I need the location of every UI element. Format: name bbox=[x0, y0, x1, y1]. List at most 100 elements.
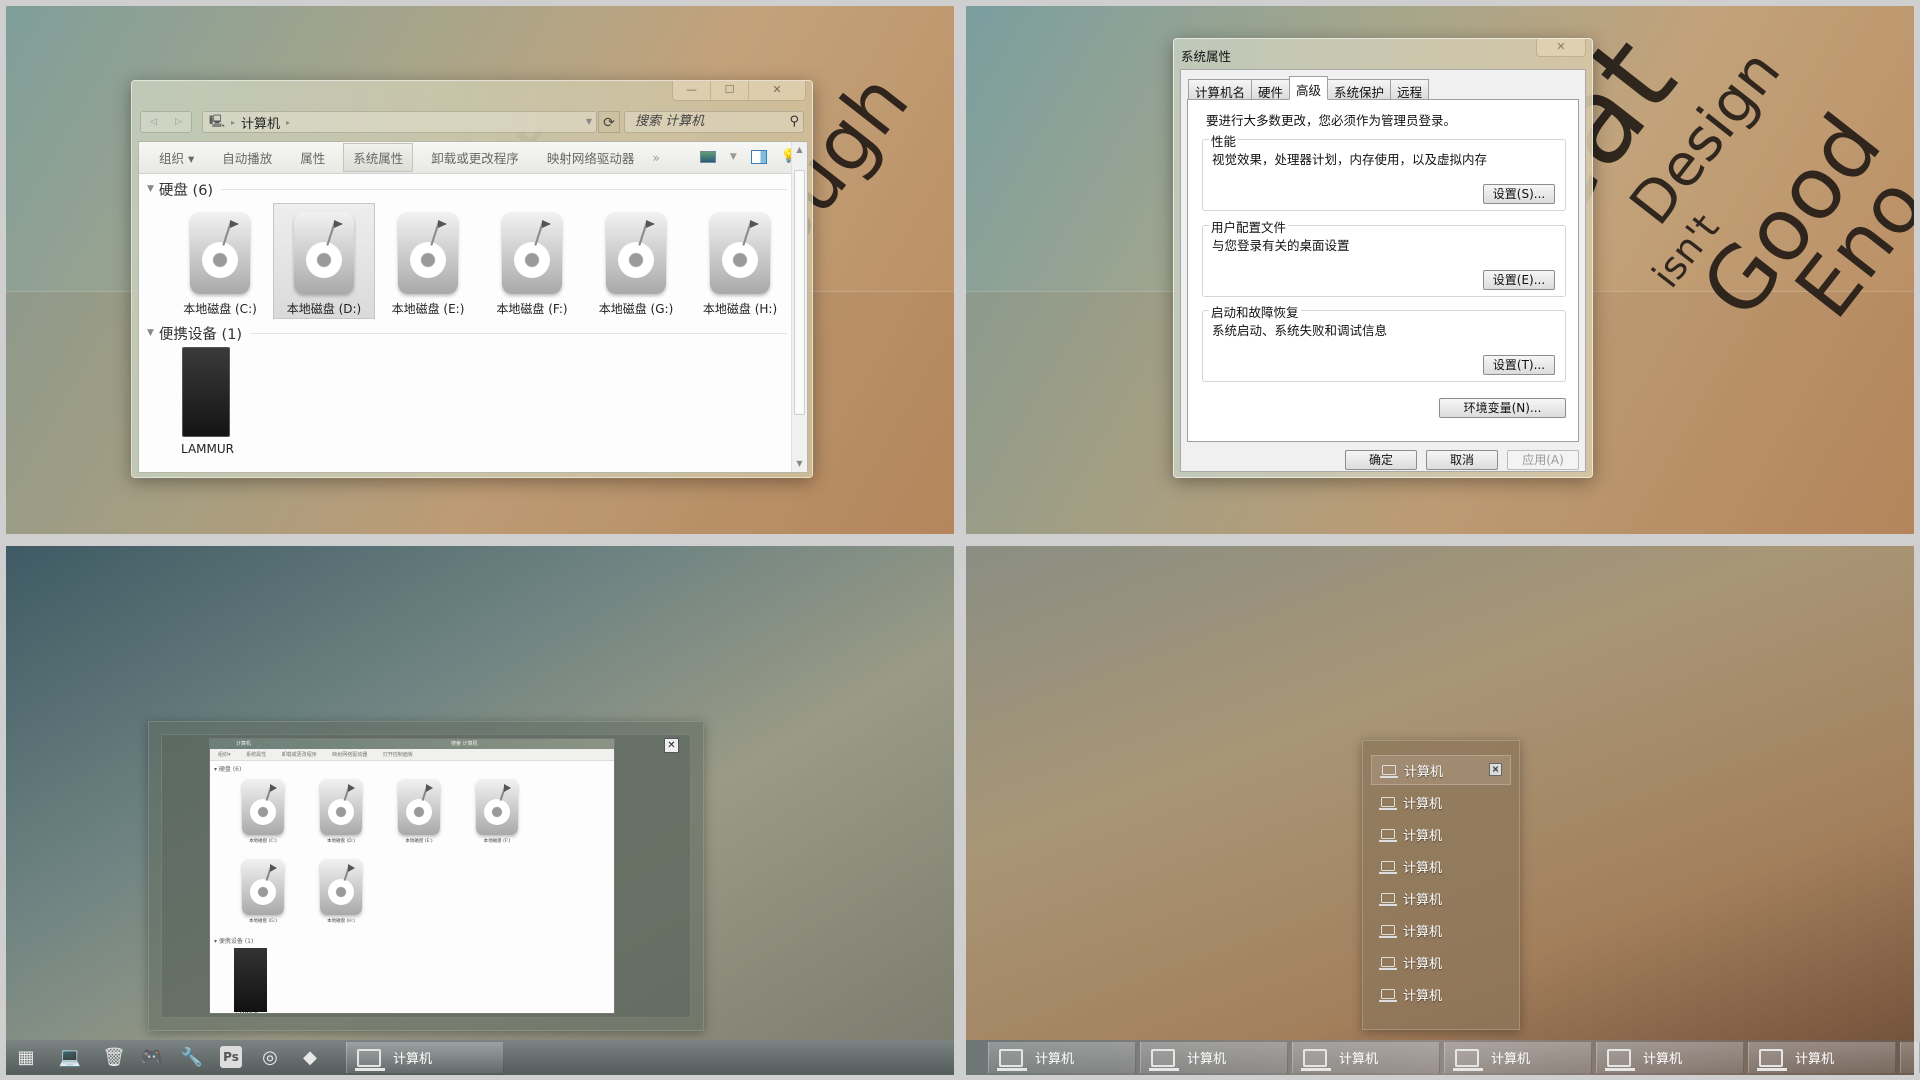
hard-disk-icon bbox=[320, 779, 362, 835]
close-button[interactable]: ✕ bbox=[749, 81, 805, 100]
taskbar-thumbnail-preview[interactable]: ✕ 计算机 搜索 计算机 组织▾ 系统属性 卸载或更改程序 映射网络驱动器 打开控… bbox=[148, 721, 704, 1031]
taskbar-left: ▦ 💻 🗑 🎮 🔧 Ps ◎ ◆ 计算机 bbox=[6, 1040, 954, 1075]
tab-hardware[interactable]: 硬件 bbox=[1251, 79, 1291, 100]
tab-advanced[interactable]: 高级 bbox=[1289, 76, 1329, 100]
minimize-button[interactable]: — bbox=[673, 81, 711, 100]
window-list-item[interactable]: 计算机 bbox=[1371, 947, 1511, 977]
computer-icon bbox=[1301, 1048, 1331, 1071]
drive-item[interactable]: 本地磁盘 (C:) bbox=[169, 203, 271, 319]
hard-disk-icon bbox=[606, 212, 666, 294]
tab-page-advanced: 要进行大多数更改，您必须作为管理员登录。 性能 视觉效果，处理器计划，内存使用，… bbox=[1187, 99, 1579, 442]
drive-label: 本地磁盘 (D:) bbox=[286, 302, 362, 316]
drive-item[interactable]: 本地磁盘 (D:) bbox=[273, 203, 375, 319]
group-hard-disks[interactable]: ▼ 硬盘 (6) bbox=[147, 179, 791, 199]
taskbar-window-button[interactable]: 计算机 bbox=[346, 1042, 504, 1073]
cmd-map-drive[interactable]: 映射网络驱动器 bbox=[537, 143, 645, 172]
taskbar-overflow-button[interactable] bbox=[1900, 1042, 1920, 1073]
admin-note: 要进行大多数更改，您必须作为管理员登录。 bbox=[1206, 113, 1457, 128]
tab-system-protection[interactable]: 系统保护 bbox=[1327, 79, 1392, 100]
vertical-scrollbar[interactable]: ▲ ▼ bbox=[791, 142, 807, 472]
scroll-down-icon[interactable]: ▼ bbox=[792, 456, 807, 472]
address-dropdown-icon[interactable]: ▼ bbox=[586, 117, 592, 126]
apply-button[interactable]: 应用(A) bbox=[1507, 450, 1579, 470]
drive-item[interactable]: 本地磁盘 (F:) bbox=[481, 203, 583, 319]
search-input[interactable]: 搜索 计算机 ⚲ bbox=[624, 111, 804, 133]
taskbar-window-button[interactable]: 计算机 bbox=[1748, 1042, 1896, 1073]
mini-drive-label: 本地磁盘 (D:) bbox=[327, 839, 355, 844]
drive-label: 本地磁盘 (F:) bbox=[496, 302, 568, 316]
collapse-icon[interactable]: ▼ bbox=[147, 328, 154, 338]
close-window-button[interactable]: ✕ bbox=[1489, 763, 1502, 776]
breadcrumb-computer[interactable]: 计算机 bbox=[241, 113, 280, 132]
group-title: 启动和故障恢复 bbox=[1209, 302, 1301, 321]
computer-icon[interactable]: 💻 bbox=[58, 1046, 82, 1070]
window-list-item[interactable]: 计算机 bbox=[1371, 787, 1511, 817]
taskbar-window-button[interactable]: 计算机 bbox=[1444, 1042, 1592, 1073]
hard-disk-icon bbox=[320, 859, 362, 915]
window-list-item[interactable]: 计算机 bbox=[1371, 819, 1511, 849]
cmd-organize[interactable]: 组织 ▾ bbox=[149, 143, 204, 172]
device-item[interactable]: LAMMUR bbox=[147, 347, 791, 456]
cancel-button[interactable]: 取消 bbox=[1426, 450, 1498, 470]
drive-label: 本地磁盘 (C:) bbox=[183, 302, 257, 316]
drive-item[interactable]: 本地磁盘 (G:) bbox=[585, 203, 687, 319]
scroll-up-icon[interactable]: ▲ bbox=[792, 142, 807, 158]
group-startup-recovery: 启动和故障恢复 系统启动、系统失败和调试信息 设置(T)... bbox=[1202, 302, 1566, 382]
address-bar[interactable]: 🖳 ▸ 计算机 ▸ ▼ bbox=[202, 111, 597, 133]
tab-remote[interactable]: 远程 bbox=[1390, 79, 1430, 100]
change-view-icon[interactable] bbox=[699, 150, 716, 163]
startup-recovery-settings-button[interactable]: 设置(T)... bbox=[1483, 355, 1555, 375]
collapse-icon[interactable]: ▼ bbox=[147, 184, 154, 194]
window-list-item[interactable]: 计算机 ✕ bbox=[1371, 755, 1511, 785]
taskbar-window-button[interactable]: 计算机 bbox=[1140, 1042, 1288, 1073]
drive-item[interactable]: 本地磁盘 (H:) bbox=[689, 203, 791, 319]
window-list-item[interactable]: 计算机 bbox=[1371, 883, 1511, 913]
wrench-icon[interactable]: 🔧 bbox=[180, 1046, 204, 1070]
forward-button[interactable]: ▷ bbox=[175, 117, 182, 127]
cmd-autoplay[interactable]: 自动播放 bbox=[212, 143, 282, 172]
desktop-explorer-quadrant: ough t — ☐ ✕ ◁ ▷ 🖳 ▸ 计算机 ▸ ▼ ⟳ 搜索 计算机 ⚲ … bbox=[6, 6, 954, 534]
back-button[interactable]: ◁ bbox=[150, 117, 157, 127]
dialog-close-button[interactable]: ✕ bbox=[1536, 39, 1586, 57]
view-dropdown-icon[interactable]: ▼ bbox=[730, 152, 737, 162]
tab-computer-name[interactable]: 计算机名 bbox=[1188, 79, 1253, 100]
device-label: LAMMUR bbox=[181, 442, 234, 456]
photoshop-icon[interactable]: Ps bbox=[220, 1046, 242, 1068]
search-icon[interactable]: ⚲ bbox=[789, 112, 799, 132]
breadcrumb-arrow-icon[interactable]: ▸ bbox=[286, 118, 290, 127]
maximize-button[interactable]: ☐ bbox=[711, 81, 749, 100]
cmd-system-properties[interactable]: 系统属性 bbox=[343, 143, 414, 172]
firefox-icon[interactable]: ◆ bbox=[298, 1046, 322, 1070]
group-portable-devices[interactable]: ▼ 便携设备 (1) bbox=[147, 323, 791, 343]
preview-pane-icon[interactable] bbox=[750, 149, 767, 164]
user-profile-settings-button[interactable]: 设置(E)... bbox=[1483, 270, 1555, 290]
cmd-properties[interactable]: 属性 bbox=[290, 143, 335, 172]
ok-button[interactable]: 确定 bbox=[1345, 450, 1417, 470]
taskbar-window-button[interactable]: 计算机 bbox=[1292, 1042, 1440, 1073]
more-commands-icon[interactable]: » bbox=[652, 150, 660, 165]
system-properties-dialog: 系统属性 ✕ 计算机名 硬件 高级 系统保护 远程 要进行大多数更改，您必须作为… bbox=[1173, 38, 1593, 478]
window-list-item[interactable]: 计算机 bbox=[1371, 915, 1511, 945]
window-list-item[interactable]: 计算机 bbox=[1371, 851, 1511, 881]
drive-list: 本地磁盘 (C:) 本地磁盘 (D:) 本地磁盘 (E:) 本地磁盘 (F:) … bbox=[147, 203, 791, 319]
button-label: 计算机 bbox=[1187, 1052, 1227, 1067]
scroll-thumb[interactable] bbox=[794, 170, 805, 415]
refresh-button[interactable]: ⟳ bbox=[598, 111, 620, 133]
environment-variables-button[interactable]: 环境变量(N)... bbox=[1439, 398, 1566, 418]
thumbnail-close-button[interactable]: ✕ bbox=[664, 738, 679, 753]
window-list-item[interactable]: 计算机 bbox=[1371, 979, 1511, 1009]
gamepad-icon[interactable]: 🎮 bbox=[140, 1046, 164, 1070]
desktop-dialog-quadrant: eat Design isn't Good Eno 系统属性 ✕ 计算机名 硬件… bbox=[966, 6, 1914, 534]
hard-disk-icon bbox=[398, 212, 458, 294]
cmd-uninstall[interactable]: 卸载或更改程序 bbox=[421, 143, 529, 172]
taskbar-window-button[interactable]: 计算机 bbox=[1596, 1042, 1744, 1073]
mini-command-bar: 组织▾ 系统属性 卸载或更改程序 映射网络驱动器 打开控制面板 bbox=[210, 749, 614, 761]
taskbar-window-button[interactable]: 计算机 bbox=[988, 1042, 1136, 1073]
drive-item[interactable]: 本地磁盘 (E:) bbox=[377, 203, 479, 319]
recycle-bin-icon[interactable]: 🗑 bbox=[102, 1046, 126, 1070]
performance-settings-button[interactable]: 设置(S)... bbox=[1483, 184, 1555, 204]
item-label: 计算机 bbox=[1403, 892, 1443, 908]
start-icon[interactable]: ▦ bbox=[14, 1046, 38, 1070]
mini-drive-label: 本地磁盘 (G:) bbox=[249, 919, 277, 924]
chrome-icon[interactable]: ◎ bbox=[258, 1046, 282, 1070]
